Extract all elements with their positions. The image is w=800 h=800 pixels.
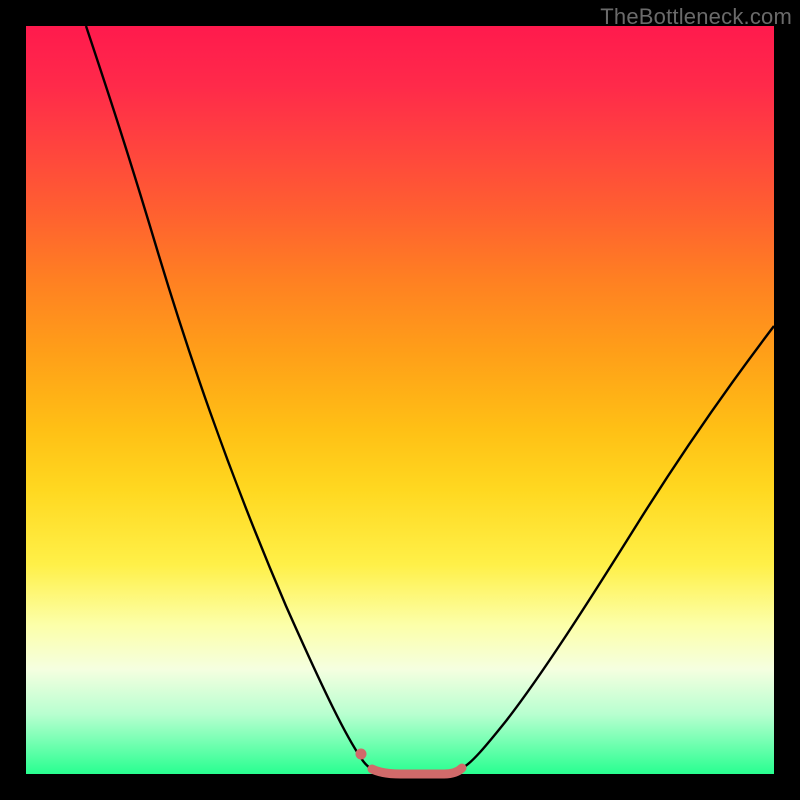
bottom-salmon-curve <box>372 768 462 774</box>
right-arm-curve <box>462 326 774 768</box>
chart-container: TheBottleneck.com <box>0 0 800 800</box>
salmon-dot-left <box>356 749 367 760</box>
watermark-text: TheBottleneck.com <box>600 4 792 30</box>
curve-layer <box>86 26 774 774</box>
left-arm-curve <box>86 26 372 769</box>
chart-svg <box>26 26 774 774</box>
